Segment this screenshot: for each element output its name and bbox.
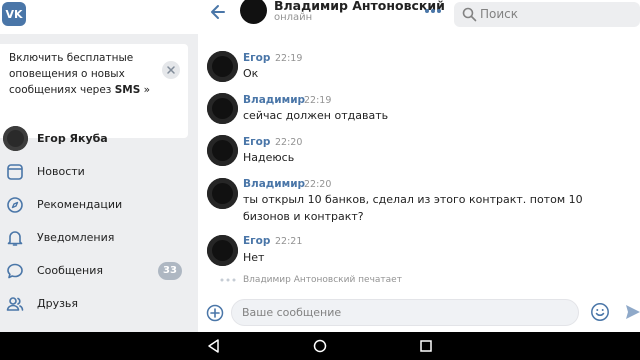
message-text: Надеюсь — [243, 151, 295, 164]
unread-count-badge: 33 — [158, 262, 182, 280]
sidebar-item-news[interactable]: Новости — [0, 158, 198, 186]
message-author[interactable]: Владимир — [243, 94, 305, 106]
profile-link[interactable]: Егор Якуба — [0, 124, 198, 154]
sidebar-item-friends[interactable]: Друзья — [0, 290, 198, 318]
message-time: 22:19 — [275, 53, 303, 64]
message-time: 22:19 — [304, 95, 332, 106]
message-input-placeholder: Ваше сообщение — [242, 306, 342, 319]
message-text-partial: ... — [243, 34, 254, 37]
sidebar-item-notifications[interactable]: Уведомления — [0, 224, 198, 252]
notification-text[interactable]: Включить бесплатные оповещения о новых с… — [9, 50, 159, 98]
user-avatar — [3, 126, 28, 151]
search-placeholder: Поиск — [480, 7, 519, 21]
message-input[interactable]: Ваше сообщение — [231, 299, 579, 326]
contact-status: онлайн — [274, 12, 313, 23]
message-composer: Ваше сообщение — [198, 294, 640, 332]
search-input[interactable]: Поиск — [454, 2, 640, 27]
message-time: 22:20 — [304, 179, 332, 190]
friends-icon — [6, 297, 24, 311]
news-icon — [7, 164, 23, 180]
compass-icon — [7, 197, 23, 213]
system-navigation-bar — [0, 332, 640, 360]
message-avatar[interactable] — [207, 135, 238, 166]
send-icon[interactable] — [624, 303, 640, 321]
bell-icon — [7, 231, 23, 246]
chat-panel: ... Егор 22:19 Ок Владимир 22:19 сейчас … — [198, 34, 640, 332]
sidebar-item-label: Новости — [37, 165, 85, 178]
user-name: Егор Якуба — [37, 132, 108, 145]
message-avatar[interactable] — [207, 235, 238, 266]
system-back-icon[interactable] — [206, 338, 222, 354]
attach-plus-icon[interactable] — [206, 304, 224, 322]
sidebar-item-messages[interactable]: Сообщения 33 — [0, 257, 198, 285]
message-author[interactable]: Егор — [243, 52, 270, 64]
emoji-icon[interactable] — [590, 302, 610, 322]
left-sidebar: Включить бесплатные оповещения о новых с… — [0, 34, 198, 332]
message-time: 22:21 — [275, 236, 303, 247]
message-text: ты открыл 10 банков, сделал из этого кон… — [243, 193, 583, 223]
top-bar: VK Владимир Антоновский онлайн Поиск — [0, 0, 640, 34]
system-home-icon[interactable] — [313, 339, 327, 353]
message-author[interactable]: Егор — [243, 136, 270, 148]
back-arrow-icon[interactable] — [208, 2, 228, 22]
message-text: сейчас должен отдавать — [243, 109, 389, 122]
sidebar-item-label: Рекомендации — [37, 198, 123, 211]
typing-status: Владимир Антоновский печатает — [243, 275, 402, 285]
search-icon — [462, 7, 477, 22]
sidebar-item-recommendations[interactable]: Рекомендации — [0, 191, 198, 219]
system-recents-icon[interactable] — [420, 340, 432, 352]
message-time: 22:20 — [275, 137, 303, 148]
contact-avatar[interactable] — [240, 0, 267, 24]
sidebar-item-label: Сообщения — [37, 264, 104, 277]
message-text: Ок — [243, 67, 259, 80]
message-avatar[interactable] — [207, 178, 238, 209]
sidebar-item-label: Уведомления — [37, 231, 115, 244]
sms-label: SMS — [114, 84, 141, 96]
message-text: Нет — [243, 251, 265, 264]
message-author[interactable]: Егор — [243, 235, 270, 247]
close-notification-button[interactable] — [162, 61, 180, 79]
close-icon — [167, 66, 175, 74]
vk-logo[interactable]: VK — [2, 2, 26, 26]
chat-icon — [7, 263, 23, 279]
sidebar-item-label: Друзья — [37, 297, 79, 310]
message-avatar[interactable] — [207, 51, 238, 82]
message-author[interactable]: Владимир — [243, 178, 305, 190]
more-options-icon[interactable] — [424, 8, 442, 14]
typing-indicator-icon — [220, 278, 236, 282]
message-avatar[interactable] — [207, 93, 238, 124]
